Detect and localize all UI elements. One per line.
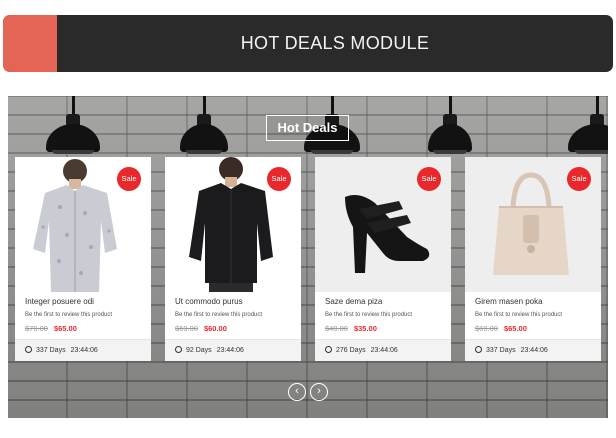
- product-prices: $69.00 $65.00: [475, 324, 527, 333]
- product-prices: $70.00 $65.00: [25, 324, 77, 333]
- product-name[interactable]: Girem masen poka: [475, 297, 543, 306]
- countdown-time: 23:44:06: [70, 347, 98, 354]
- review-prompt[interactable]: Be the first to review this product: [325, 312, 412, 318]
- clock-icon: [175, 346, 182, 353]
- clock-icon: [325, 346, 332, 353]
- countdown-time: 23:44:06: [370, 347, 398, 354]
- product-image[interactable]: Sale: [465, 157, 601, 292]
- header-title: HOT DEALS MODULE: [240, 33, 430, 53]
- product-name[interactable]: Saze dema piza: [325, 297, 382, 306]
- new-price: $60.00: [203, 324, 227, 333]
- deal-countdown: 337 Days 23:44:06: [465, 339, 601, 361]
- review-prompt[interactable]: Be the first to review this product: [25, 312, 112, 318]
- product-prices: $40.00 $35.00: [325, 324, 377, 333]
- hot-deals-stage: Hot Deals Sale Integer posuere odi Be th…: [8, 96, 608, 418]
- new-price: $65.00: [503, 324, 527, 333]
- review-prompt[interactable]: Be the first to review this product: [175, 312, 262, 318]
- chevron-right-icon[interactable]: ›: [310, 383, 328, 401]
- deal-countdown: 276 Days 23:44:06: [315, 339, 451, 361]
- section-title: Hot Deals: [266, 115, 349, 141]
- sale-badge: Sale: [417, 167, 441, 191]
- deal-countdown: 337 Days 23:44:06: [15, 339, 151, 361]
- sale-badge: Sale: [117, 167, 141, 191]
- header-accent-block: [3, 15, 57, 72]
- product-prices: $69.00 $60.00: [175, 324, 227, 333]
- countdown-days: 337 Days: [486, 347, 516, 354]
- product-card[interactable]: Sale Girem masen poka Be the first to re…: [465, 157, 601, 361]
- countdown-days: 276 Days: [336, 347, 366, 354]
- sale-badge: Sale: [267, 167, 291, 191]
- clock-icon: [475, 346, 482, 353]
- chevron-left-icon[interactable]: ‹: [288, 383, 306, 401]
- module-header: HOT DEALS MODULE: [3, 15, 613, 72]
- countdown-days: 337 Days: [36, 347, 66, 354]
- product-name[interactable]: Integer posuere odi: [25, 297, 94, 306]
- product-image[interactable]: Sale: [315, 157, 451, 292]
- product-card[interactable]: Sale Saze dema piza Be the first to revi…: [315, 157, 451, 361]
- old-price: $70.00: [25, 324, 48, 333]
- new-price: $65.00: [53, 324, 77, 333]
- product-card[interactable]: Sale Ut commodo purus Be the first to re…: [165, 157, 301, 361]
- countdown-days: 92 Days: [186, 347, 212, 354]
- old-price: $69.00: [175, 324, 198, 333]
- deal-countdown: 92 Days 23:44:06: [165, 339, 301, 361]
- product-image[interactable]: Sale: [165, 157, 301, 292]
- new-price: $35.00: [353, 324, 377, 333]
- product-image[interactable]: Sale: [15, 157, 151, 292]
- product-card[interactable]: Sale Integer posuere odi Be the first to…: [15, 157, 151, 361]
- product-name[interactable]: Ut commodo purus: [175, 297, 243, 306]
- sale-badge: Sale: [567, 167, 591, 191]
- clock-icon: [25, 346, 32, 353]
- countdown-time: 23:44:06: [216, 347, 244, 354]
- old-price: $40.00: [325, 324, 348, 333]
- review-prompt[interactable]: Be the first to review this product: [475, 312, 562, 318]
- old-price: $69.00: [475, 324, 498, 333]
- countdown-time: 23:44:06: [520, 347, 548, 354]
